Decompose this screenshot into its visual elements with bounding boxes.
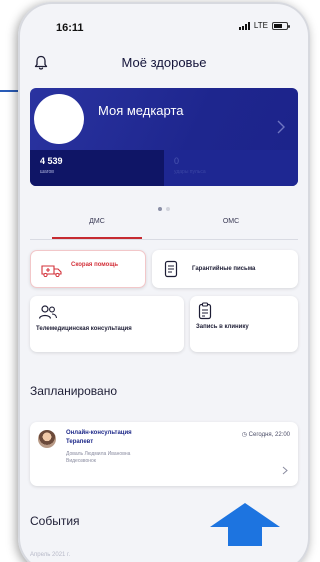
steps-value: 4 539 bbox=[40, 156, 63, 166]
page-title: Моё здоровье bbox=[121, 55, 207, 70]
battery-icon bbox=[272, 21, 290, 30]
medcard-banner[interactable]: Моя медкарта 4 539 шагов 0 удары пульса bbox=[30, 88, 298, 186]
status-indicators: LTE bbox=[238, 21, 290, 30]
emergency-tile[interactable]: Скорая помощь bbox=[30, 250, 146, 288]
app-header: Моё здоровье bbox=[18, 50, 310, 78]
clock-icon: ◷ bbox=[241, 432, 247, 438]
planned-section-title: Запланировано bbox=[30, 384, 117, 398]
pulse-stat: 0 удары пульса bbox=[164, 150, 298, 186]
guarantee-letters-label: Гарантийные письма bbox=[192, 266, 256, 272]
appointment-doctor: Доваль Людмила Ивановна bbox=[66, 451, 131, 457]
steps-stat: 4 539 шагов bbox=[30, 150, 164, 186]
chevron-right-icon bbox=[282, 466, 288, 475]
clinic-booking-tile[interactable]: Запись в клинику bbox=[190, 296, 298, 352]
events-section-title: События bbox=[30, 514, 80, 528]
emergency-label: Скорая помощь bbox=[71, 262, 119, 268]
signal-icon bbox=[238, 21, 250, 30]
clipboard-icon bbox=[198, 302, 212, 320]
active-tab-indicator bbox=[52, 237, 142, 239]
people-icon bbox=[38, 305, 58, 319]
avatar bbox=[34, 94, 84, 144]
appointment-time: ◷ Сегодня, 22:00 bbox=[242, 431, 290, 438]
insurance-tabs: ДМС ОМС bbox=[30, 214, 298, 240]
arrow-up-icon bbox=[210, 503, 280, 546]
appointment-title: Онлайн-консультация bbox=[66, 430, 132, 436]
appointment-card[interactable]: Онлайн-консультация Терапевт Доваль Людм… bbox=[30, 422, 298, 486]
telemedicine-label: Телемедицинская консультация bbox=[36, 326, 132, 332]
medcard-title: Моя медкарта bbox=[98, 103, 184, 118]
ambulance-icon bbox=[41, 265, 62, 277]
pulse-value: 0 bbox=[174, 156, 180, 166]
doctor-avatar bbox=[38, 430, 56, 448]
tab-dms[interactable]: ДМС bbox=[30, 218, 164, 225]
carousel-dot bbox=[166, 207, 170, 211]
events-month: Апрель 2021 г. bbox=[30, 552, 71, 558]
appointment-time-label: Сегодня, 22:00 bbox=[248, 432, 290, 438]
tab-oms[interactable]: ОМС bbox=[164, 218, 298, 225]
appointment-type: Видеозвонок bbox=[66, 458, 96, 464]
steps-label: шагов bbox=[40, 169, 54, 175]
chevron-right-icon bbox=[277, 120, 285, 134]
pulse-label: удары пульса bbox=[174, 169, 206, 175]
phone-frame: 16:11 LTE Моё здоровье Моя медкарта 4 53… bbox=[18, 2, 310, 562]
status-time: 16:11 bbox=[56, 22, 84, 34]
clinic-booking-label: Запись в клинику bbox=[196, 324, 249, 330]
guarantee-letters-tile[interactable]: Гарантийные письма bbox=[152, 250, 298, 288]
network-label: LTE bbox=[253, 21, 268, 30]
telemedicine-tile[interactable]: Телемедицинская консультация bbox=[30, 296, 184, 352]
appointment-specialty: Терапевт bbox=[66, 439, 94, 445]
status-bar: 16:11 LTE bbox=[18, 2, 310, 42]
carousel-dot-active bbox=[158, 207, 162, 211]
document-icon bbox=[164, 260, 178, 278]
